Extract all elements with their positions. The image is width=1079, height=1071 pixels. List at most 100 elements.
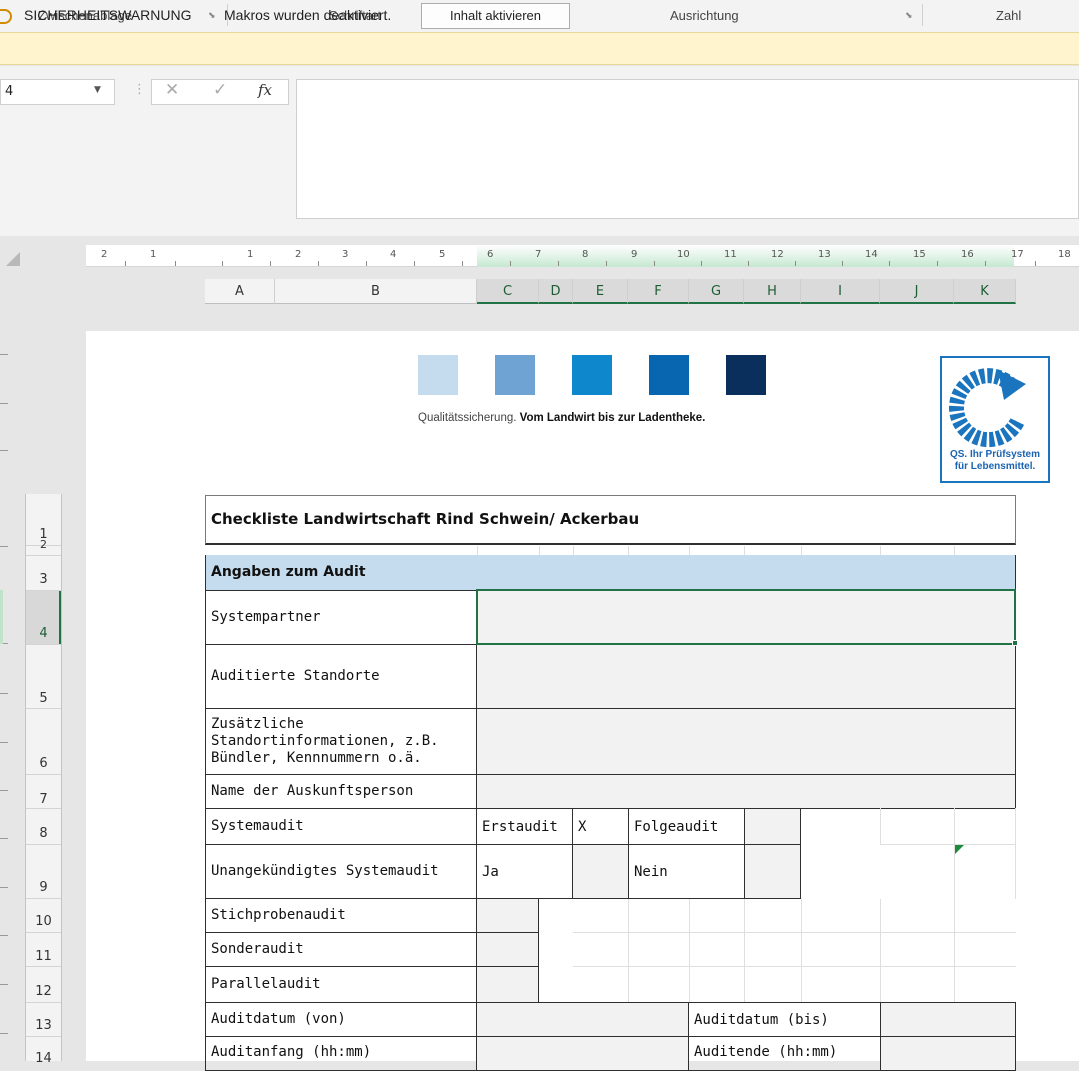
row-separator	[26, 590, 61, 591]
row-header-11[interactable]: 11	[26, 949, 61, 964]
label-systemaudit[interactable]: Systemaudit	[205, 808, 477, 845]
checkbox-ja[interactable]	[572, 844, 629, 899]
label-unangekuendigt[interactable]: Unangekündigtes Systemaudit	[205, 844, 477, 899]
checkbox-parallelaudit[interactable]	[476, 966, 539, 1003]
column-header-e[interactable]: E	[573, 279, 628, 304]
row-separator	[26, 1036, 61, 1037]
row-header-12[interactable]: 12	[26, 984, 61, 999]
label-folgeaudit[interactable]: Folgeaudit	[628, 808, 745, 845]
ruler-tick	[270, 261, 271, 266]
input-auditdatum-von[interactable]	[476, 1002, 689, 1037]
brand-square-5	[726, 355, 766, 395]
gridline	[880, 546, 881, 555]
row-separator	[26, 774, 61, 775]
ruler-label: 2	[101, 249, 108, 260]
select-all-corner[interactable]	[6, 252, 20, 266]
column-header-j[interactable]: J	[880, 279, 954, 304]
input-zusatz-standortinfo[interactable]	[476, 708, 1016, 775]
input-auskunftsperson[interactable]	[476, 774, 1016, 809]
label-auditdatum-von[interactable]: Auditdatum (von)	[205, 1002, 477, 1037]
column-header-c[interactable]: C	[477, 279, 539, 304]
ruler-tick	[985, 261, 986, 266]
ruler-tick	[222, 261, 223, 266]
row-header-5[interactable]: 5	[26, 691, 61, 706]
row-header-10[interactable]: 10	[26, 914, 61, 929]
ruler-tick	[1035, 261, 1036, 266]
label-auskunftsperson[interactable]: Name der Auskunftsperson	[205, 774, 477, 809]
row-separator	[26, 555, 61, 556]
label-ja[interactable]: Ja	[476, 844, 573, 899]
ruler-label: 3	[342, 249, 349, 260]
label-erstaudit[interactable]: Erstaudit	[476, 808, 573, 845]
ruler-label: 8	[582, 249, 589, 260]
column-header-h[interactable]: H	[744, 279, 801, 304]
enter-icon[interactable]: ✓	[213, 80, 227, 100]
active-cell-selection[interactable]	[476, 589, 1016, 645]
column-header-b[interactable]: B	[275, 279, 477, 304]
tagline-normal: Qualitätssicherung.	[418, 412, 520, 424]
input-auditdatum-bis[interactable]	[880, 1002, 1016, 1037]
checkbox-folgeaudit[interactable]	[744, 808, 801, 845]
column-header-g[interactable]: G	[689, 279, 744, 304]
column-header-f[interactable]: F	[628, 279, 689, 304]
label-zusatz-standortinfo[interactable]: Zusätzliche Standortinformationen, z.B. …	[205, 708, 477, 775]
enable-content-button[interactable]: Inhalt aktivieren	[421, 3, 570, 29]
row-header-13[interactable]: 13	[26, 1018, 61, 1033]
label-stichprobenaudit[interactable]: Stichprobenaudit	[205, 898, 477, 933]
label-auditdatum-bis[interactable]: Auditdatum (bis)	[688, 1002, 881, 1037]
column-header-a[interactable]: A	[205, 279, 275, 304]
gridline	[954, 546, 955, 555]
error-indicator-icon[interactable]	[955, 845, 964, 854]
ruler-label: 16	[961, 249, 974, 260]
insert-function-icon[interactable]: fx	[258, 81, 272, 99]
cancel-icon[interactable]: ✕	[165, 80, 179, 100]
row-separator	[26, 844, 61, 845]
ruler-label: 12	[771, 249, 784, 260]
label-parallelaudit[interactable]: Parallelaudit	[205, 966, 477, 1003]
label-auditanfang[interactable]: Auditanfang (hh:mm)	[205, 1036, 477, 1071]
row-header-2[interactable]: 2	[26, 538, 61, 551]
security-warning-message: Makros wurden deaktiviert.	[224, 7, 392, 23]
input-auditende[interactable]	[880, 1036, 1016, 1071]
checkbox-erstaudit[interactable]: X	[572, 808, 629, 845]
row-header-4[interactable]: 4	[26, 626, 61, 641]
clipboard-launcher-icon[interactable]: ⬊	[208, 11, 216, 21]
row-header-8[interactable]: 8	[26, 826, 61, 841]
column-header-k[interactable]: K	[954, 279, 1016, 304]
column-header-i[interactable]: I	[801, 279, 880, 304]
ruler-label: 1	[150, 249, 157, 260]
checkbox-nein[interactable]	[744, 844, 801, 899]
formula-input[interactable]	[296, 79, 1079, 219]
chevron-down-icon[interactable]: ▼	[94, 85, 101, 95]
row-header-9[interactable]: 9	[26, 880, 61, 895]
checkbox-sonderaudit[interactable]	[476, 932, 539, 967]
input-auditierte-standorte[interactable]	[476, 644, 1016, 709]
brand-square-4	[649, 355, 689, 395]
fill-handle[interactable]	[1012, 640, 1018, 646]
brand-square-1	[418, 355, 458, 395]
row-header-14[interactable]: 14	[26, 1051, 61, 1066]
label-auditende[interactable]: Auditende (hh:mm)	[688, 1036, 881, 1071]
column-header-d[interactable]: D	[539, 279, 573, 304]
vruler-tick	[0, 693, 8, 694]
label-auditierte-standorte[interactable]: Auditierte Standorte	[205, 644, 477, 709]
label-nein[interactable]: Nein	[628, 844, 745, 899]
drag-handle-icon[interactable]: ⋮	[133, 82, 146, 97]
row-header-7[interactable]: 7	[26, 792, 61, 807]
label-sonderaudit[interactable]: Sonderaudit	[205, 932, 477, 967]
row-separator	[26, 708, 61, 709]
row-header-3[interactable]: 3	[26, 572, 61, 587]
vruler-tick	[0, 403, 8, 404]
alignment-launcher-icon[interactable]: ⬊	[905, 11, 913, 21]
ruler-tick	[462, 261, 463, 266]
input-auditanfang[interactable]	[476, 1036, 689, 1071]
checkbox-stichprobenaudit[interactable]	[476, 898, 539, 933]
row-separator	[26, 966, 61, 967]
ribbon-separator	[922, 4, 923, 26]
row-header-6[interactable]: 6	[26, 756, 61, 771]
ruler-label: 4	[390, 249, 397, 260]
vruler-tick	[0, 838, 8, 839]
vruler-tick	[0, 790, 8, 791]
brand-square-2	[495, 355, 535, 395]
label-systempartner[interactable]: Systempartner	[205, 590, 477, 645]
